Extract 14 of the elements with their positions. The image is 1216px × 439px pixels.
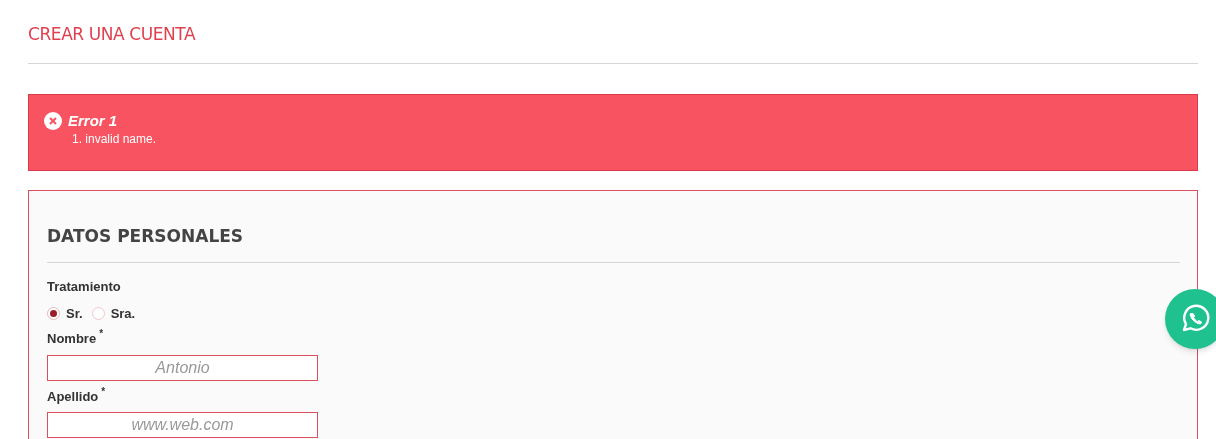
section-heading: DATOS PERSONALES — [47, 224, 245, 248]
page-title: CREAR UNA CUENTA — [28, 23, 197, 46]
close-circle-icon — [44, 111, 62, 130]
text-field[interactable]: www.web.com — [47, 412, 318, 438]
radio-option[interactable]: Sr. — [47, 303, 83, 323]
radio-option[interactable]: Sra. — [91, 303, 136, 323]
error-title: Error 1 — [68, 110, 118, 131]
required-mark: * — [101, 386, 106, 397]
required-mark: * — [99, 329, 104, 339]
field-label: Apellido — [47, 387, 99, 406]
field-label: Tratamiento — [47, 278, 122, 296]
field-label: Nombre — [47, 330, 97, 348]
text-field[interactable]: Antonio — [47, 354, 318, 381]
error-message: 1. invalid name. — [72, 132, 158, 146]
